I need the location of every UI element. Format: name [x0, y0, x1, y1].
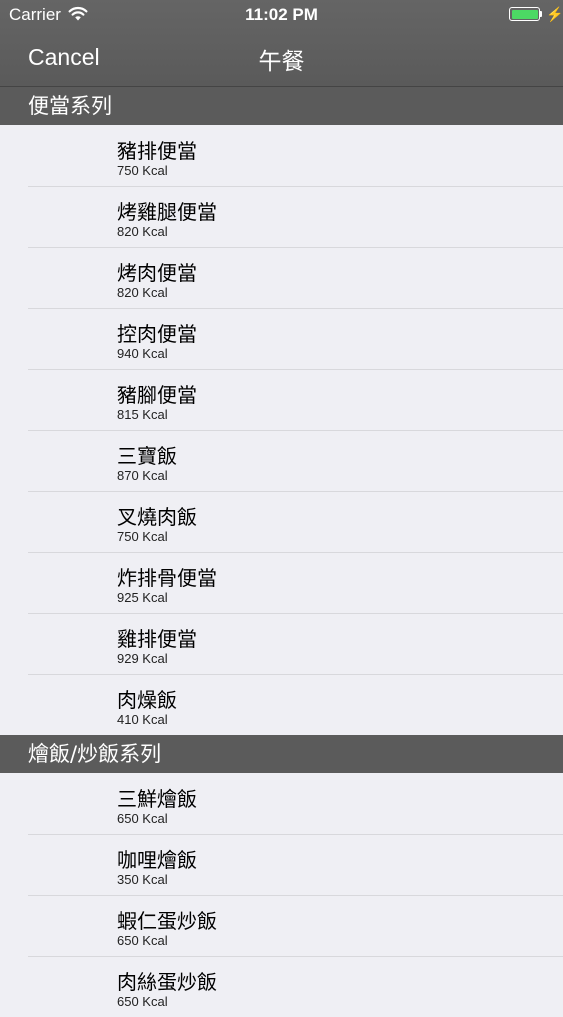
item-name: 叉燒肉飯	[117, 505, 197, 529]
row-divider	[28, 956, 563, 957]
row-divider	[28, 247, 563, 248]
row-divider	[28, 491, 563, 492]
navigation-bar: Carrier 11:02 PM ⚡ Cancel 午餐	[0, 0, 563, 87]
row-divider	[28, 430, 563, 431]
battery-tip	[540, 11, 542, 17]
item-calories: 820 Kcal	[117, 224, 168, 239]
status-bar: Carrier 11:02 PM ⚡	[0, 0, 563, 30]
item-name: 豬排便當	[117, 139, 197, 163]
row-divider	[28, 552, 563, 553]
item-calories: 650 Kcal	[117, 933, 168, 948]
status-time: 11:02 PM	[245, 5, 318, 24]
item-calories: 750 Kcal	[117, 163, 168, 178]
item-name: 肉絲蛋炒飯	[117, 970, 217, 994]
item-calories: 820 Kcal	[117, 285, 168, 300]
row-divider	[28, 895, 563, 896]
list-item[interactable]: 三鮮燴飯 650 Kcal	[0, 773, 563, 834]
row-divider	[28, 674, 563, 675]
row-divider	[28, 369, 563, 370]
battery-icon	[509, 7, 540, 21]
item-name: 肉燥飯	[117, 688, 177, 712]
list-item[interactable]: 烤肉便當 820 Kcal	[0, 247, 563, 308]
list-item[interactable]: 咖哩燴飯 350 Kcal	[0, 834, 563, 895]
item-name: 烤雞腿便當	[117, 200, 217, 224]
item-name: 咖哩燴飯	[117, 848, 197, 872]
item-name: 炸排骨便當	[117, 566, 217, 590]
item-name: 三鮮燴飯	[117, 787, 197, 811]
list-item[interactable]: 肉絲蛋炒飯 650 Kcal	[0, 956, 563, 1017]
item-name: 雞排便當	[117, 627, 197, 651]
page-title: 午餐	[258, 49, 305, 75]
section-header: 燴飯/炒飯系列	[0, 735, 563, 773]
item-calories: 815 Kcal	[117, 407, 168, 422]
list-item[interactable]: 炸排骨便當 925 Kcal	[0, 552, 563, 613]
list-item[interactable]: 控肉便當 940 Kcal	[0, 308, 563, 369]
list-item[interactable]: 蝦仁蛋炒飯 650 Kcal	[0, 895, 563, 956]
row-divider	[28, 834, 563, 835]
item-calories: 650 Kcal	[117, 994, 168, 1009]
list-item[interactable]: 叉燒肉飯 750 Kcal	[0, 491, 563, 552]
list-item[interactable]: 烤雞腿便當 820 Kcal	[0, 186, 563, 247]
list-item[interactable]: 肉燥飯 410 Kcal	[0, 674, 563, 735]
row-divider	[28, 308, 563, 309]
item-calories: 925 Kcal	[117, 590, 168, 605]
item-calories: 940 Kcal	[117, 346, 168, 361]
row-divider	[28, 613, 563, 614]
charging-icon: ⚡	[546, 6, 563, 22]
item-calories: 410 Kcal	[117, 712, 168, 727]
item-name: 三寶飯	[117, 444, 177, 468]
item-calories: 929 Kcal	[117, 651, 168, 666]
item-name: 豬腳便當	[117, 383, 197, 407]
list-item[interactable]: 三寶飯 870 Kcal	[0, 430, 563, 491]
item-calories: 650 Kcal	[117, 811, 168, 826]
row-divider	[28, 186, 563, 187]
item-name: 控肉便當	[117, 322, 197, 346]
item-calories: 870 Kcal	[117, 468, 168, 483]
item-name: 蝦仁蛋炒飯	[117, 909, 217, 933]
section-header: 便當系列	[0, 87, 563, 125]
item-calories: 350 Kcal	[117, 872, 168, 887]
list-item[interactable]: 雞排便當 929 Kcal	[0, 613, 563, 674]
list-item[interactable]: 豬腳便當 815 Kcal	[0, 369, 563, 430]
item-name: 烤肉便當	[117, 261, 197, 285]
battery-level	[511, 9, 538, 19]
item-calories: 750 Kcal	[117, 529, 168, 544]
list-item[interactable]: 豬排便當 750 Kcal	[0, 125, 563, 186]
